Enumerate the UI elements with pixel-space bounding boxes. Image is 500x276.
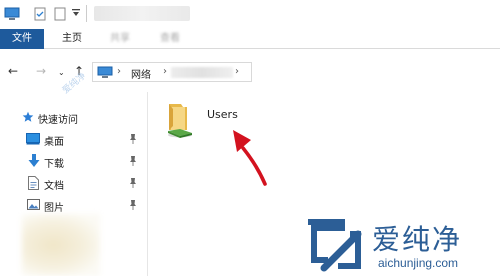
computer-icon bbox=[4, 7, 20, 20]
window-title-redacted bbox=[94, 6, 190, 21]
new-folder-icon[interactable] bbox=[54, 7, 66, 21]
document-icon bbox=[28, 176, 39, 190]
breadcrumb-separator-icon[interactable]: › bbox=[117, 66, 121, 77]
nav-label: 下载 bbox=[44, 159, 64, 170]
nav-item-quick-access[interactable]: 快速访问 bbox=[0, 108, 146, 128]
annotation-arrow-icon bbox=[233, 130, 267, 186]
ribbon-tabs: 文件 主页 共享 查看 bbox=[0, 29, 500, 49]
customize-toolbar-dropdown-icon[interactable] bbox=[72, 9, 80, 17]
pin-icon[interactable] bbox=[128, 155, 138, 167]
network-computer-icon bbox=[97, 66, 113, 78]
brand-logo-icon bbox=[308, 219, 362, 272]
tab-view[interactable]: 查看 bbox=[160, 29, 180, 49]
nav-label: 图片 bbox=[44, 203, 64, 214]
nav-label: 桌面 bbox=[44, 137, 64, 148]
pin-icon[interactable] bbox=[128, 133, 138, 145]
address-bar[interactable]: › 网络 › › bbox=[92, 62, 252, 82]
tab-home[interactable]: 主页 bbox=[62, 29, 82, 49]
forward-arrow-icon[interactable]: → bbox=[36, 64, 46, 78]
brand-url: aichunjing.com bbox=[378, 256, 459, 270]
toolbar-divider bbox=[86, 5, 87, 22]
desktop-folder-icon bbox=[26, 133, 40, 145]
picture-icon bbox=[27, 199, 40, 210]
folder-label: Users bbox=[207, 108, 238, 121]
breadcrumb-separator-icon[interactable]: › bbox=[163, 66, 167, 77]
brand-name: 爱纯净 bbox=[372, 223, 463, 256]
nav-label: 文档 bbox=[44, 181, 64, 192]
nav-item-pictures[interactable]: 图片 bbox=[0, 196, 146, 216]
back-arrow-icon[interactable]: ← bbox=[8, 64, 18, 78]
pin-icon[interactable] bbox=[128, 199, 138, 211]
breadcrumb-separator-icon[interactable]: › bbox=[235, 66, 239, 77]
recent-locations-chevron-icon[interactable]: ⌄ bbox=[58, 66, 65, 80]
title-bar bbox=[0, 0, 500, 29]
nav-item-desktop[interactable]: 桌面 bbox=[0, 130, 146, 150]
navigation-pane: 快速访问 桌面 下载 文档 图片 bbox=[0, 92, 148, 276]
nav-item-redacted bbox=[22, 214, 100, 276]
properties-icon[interactable] bbox=[34, 7, 46, 21]
tab-share[interactable]: 共享 bbox=[110, 29, 130, 49]
nav-label: 快速访问 bbox=[38, 115, 78, 126]
download-arrow-icon bbox=[28, 154, 40, 167]
star-icon bbox=[22, 111, 34, 122]
shared-folder-icon bbox=[168, 104, 192, 138]
breadcrumb-redacted bbox=[171, 67, 233, 78]
pin-icon[interactable] bbox=[128, 177, 138, 189]
nav-item-documents[interactable]: 文档 bbox=[0, 174, 146, 194]
tab-file[interactable]: 文件 bbox=[0, 29, 44, 49]
breadcrumb-network[interactable]: 网络 bbox=[131, 66, 151, 81]
brand-watermark: 爱纯净 aichunjing.com bbox=[296, 210, 500, 276]
nav-item-downloads[interactable]: 下载 bbox=[0, 152, 146, 172]
